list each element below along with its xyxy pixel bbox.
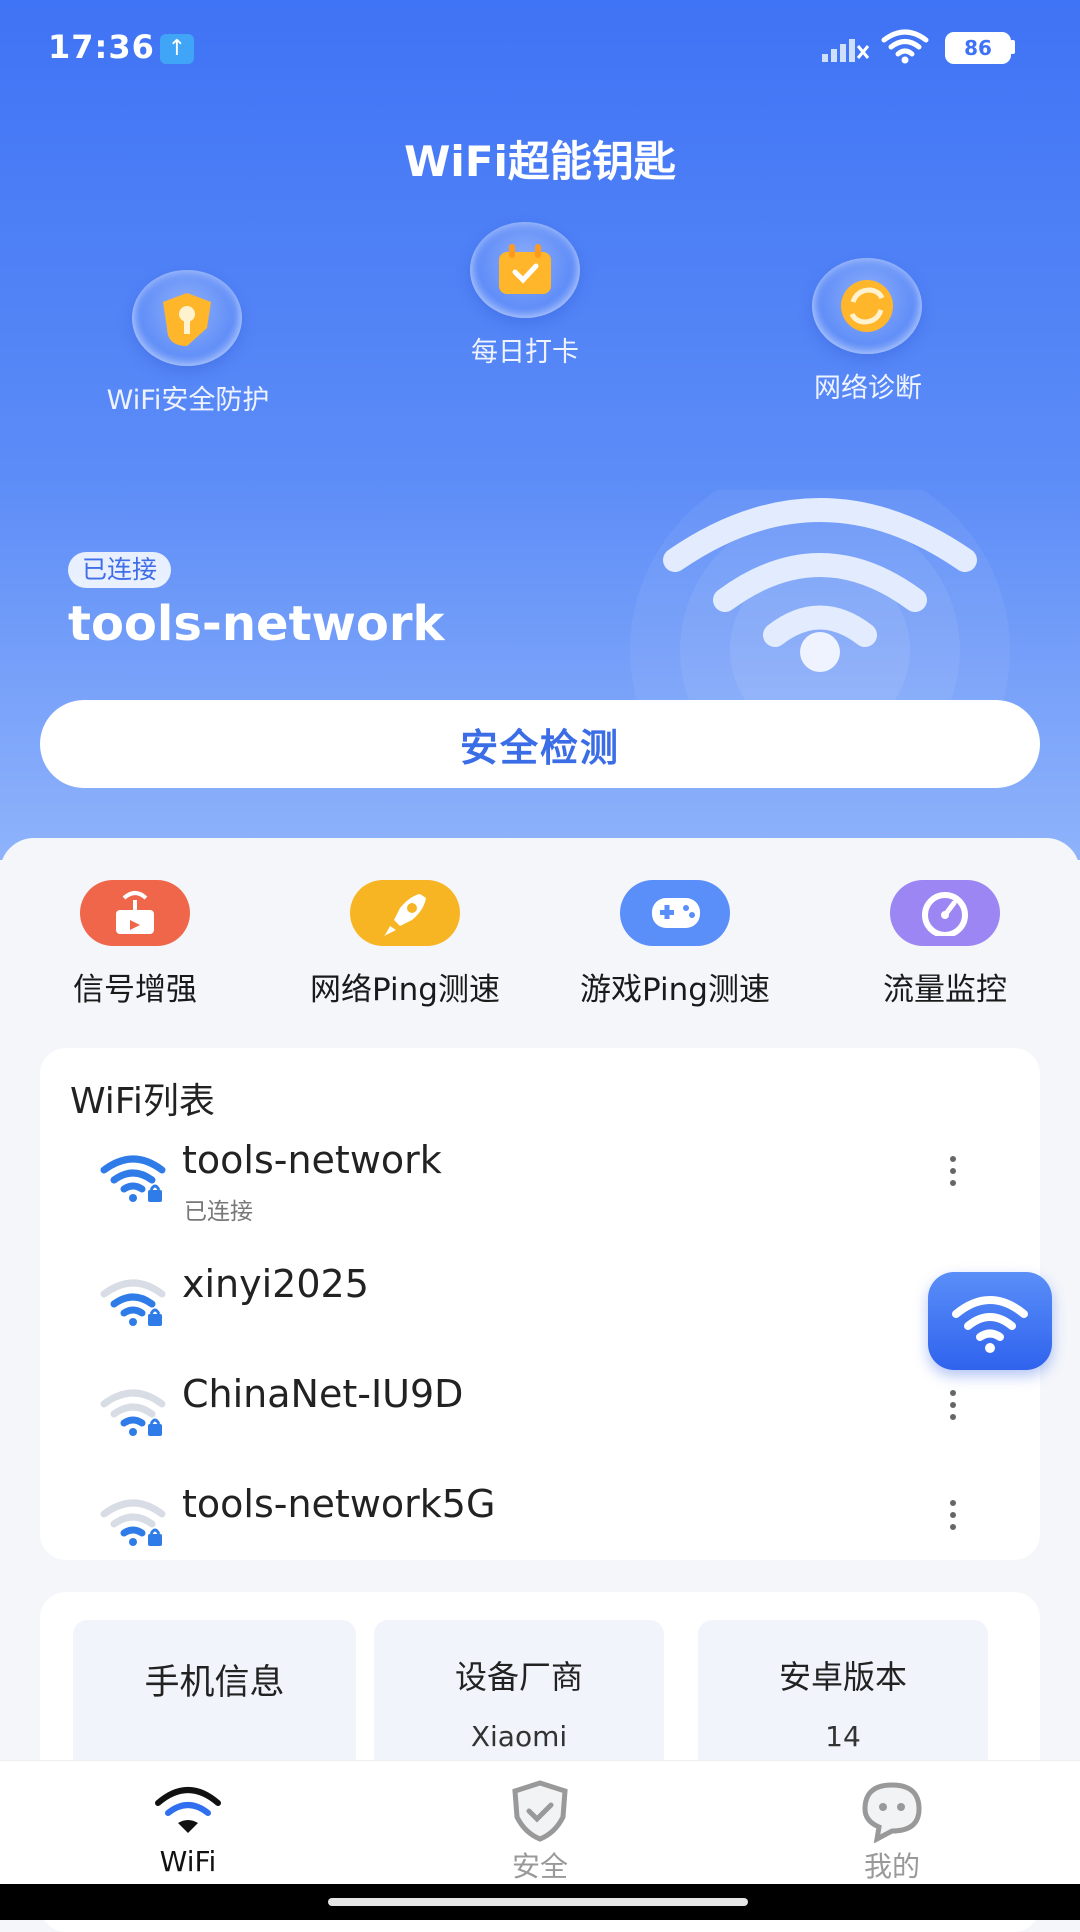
status-bar: 17:36 ↑ 86 [0, 28, 1080, 72]
rocket-icon [350, 880, 460, 946]
android-version-label: 安卓版本 [778, 1658, 907, 1696]
gesture-bar[interactable] [328, 1898, 748, 1906]
wifi-locked-icon [100, 1155, 166, 1202]
tool-traffic-monitor-label: 流量监控 [883, 972, 1007, 1008]
nav-tab-mine[interactable]: 我的 [712, 1761, 1072, 1885]
chat-face-icon [862, 1782, 922, 1843]
nav-tab-wifi[interactable]: WiFi [8, 1761, 368, 1885]
vendor-value: Xiaomi [470, 1720, 568, 1753]
nav-tab-security-label: 安全 [511, 1850, 568, 1883]
big-wifi-icon [630, 490, 1010, 700]
shield-check-icon [512, 1780, 568, 1842]
wifi-list-item[interactable]: ChinaNet-IU9D [40, 1368, 1040, 1458]
security-scan-button[interactable]: 安全检测 [40, 700, 1040, 788]
shield-key-icon[interactable] [132, 270, 242, 366]
wifi-list-title: WiFi列表 [70, 1081, 215, 1122]
nav-tab-wifi-label: WiFi [159, 1845, 217, 1878]
upload-icon: ↑ [160, 34, 194, 64]
wifi-ssid: tools-network5G [182, 1482, 496, 1526]
app-title: WiFi超能钥匙 [404, 137, 676, 186]
tool-game-ping-label: 游戏Ping测速 [580, 972, 770, 1008]
more-options-icon[interactable] [938, 1494, 968, 1540]
wifi-list-item[interactable]: tools-network 已连接 [40, 1134, 1040, 1225]
tool-signal-boost-label: 信号增强 [73, 972, 197, 1008]
floating-wifi-button[interactable] [928, 1272, 1052, 1370]
gauge-icon [890, 880, 1000, 946]
wifi-ssid: ChinaNet-IU9D [182, 1372, 464, 1416]
wifi-status: 已连接 [184, 1199, 253, 1225]
wifi-ssid: tools-network [182, 1138, 442, 1182]
wifi-ssid: xinyi2025 [182, 1262, 369, 1306]
tool-network-ping-label: 网络Ping测速 [310, 972, 500, 1008]
tool-network-ping[interactable]: 网络Ping测速 [285, 880, 525, 1009]
wifi-locked-icon [100, 1389, 166, 1436]
nav-tab-security[interactable]: 安全 [360, 1761, 720, 1885]
vendor-label: 设备厂商 [454, 1658, 583, 1696]
wifi-icon [155, 1787, 221, 1833]
gamepad-icon [620, 880, 730, 946]
nav-tab-mine-label: 我的 [863, 1850, 920, 1883]
gesture-area [0, 1884, 1080, 1920]
tool-traffic-monitor[interactable]: 流量监控 [825, 880, 1065, 1009]
feature-daily-checkin-label[interactable]: 每日打卡 [415, 330, 635, 369]
more-options-icon[interactable] [938, 1150, 968, 1196]
wifi-status-icon [881, 29, 929, 64]
wifi-locked-icon [100, 1499, 166, 1546]
wifi-icon [952, 1296, 1028, 1353]
hero-header: 17:36 ↑ 86 WiFi超能钥匙 WiFi安全防护 每日打卡 网络诊断 已… [0, 0, 1080, 860]
calendar-check-icon[interactable] [470, 222, 580, 318]
wifi-list-card: WiFi列表 tools-network 已连接 xinyi2025 China… [40, 1048, 1040, 1560]
phone-info-title: 手机信息 [144, 1663, 285, 1703]
signal-tower-icon [80, 880, 190, 946]
battery-cap [1010, 40, 1015, 54]
bottom-nav: WiFi 安全 我的 [0, 1760, 1080, 1885]
refresh-icon[interactable] [812, 258, 922, 354]
connected-tag: 已连接 [68, 552, 172, 588]
wifi-list-item[interactable]: tools-network5G [40, 1478, 1040, 1568]
signal-bars-icon [822, 39, 870, 62]
android-version-value: 14 [825, 1720, 861, 1753]
status-time: 17:36 [48, 28, 155, 66]
tool-game-ping[interactable]: 游戏Ping测速 [555, 880, 795, 1009]
wifi-list-item[interactable]: xinyi2025 [40, 1258, 1040, 1348]
battery-level: 86 [945, 32, 1011, 64]
wifi-locked-icon [100, 1279, 166, 1326]
more-options-icon[interactable] [938, 1384, 968, 1430]
feature-network-diagnosis-label[interactable]: 网络诊断 [758, 366, 978, 405]
connected-ssid: tools-network [68, 596, 445, 652]
tool-signal-boost[interactable]: 信号增强 [15, 880, 255, 1009]
feature-wifi-security-label[interactable]: WiFi安全防护 [78, 378, 298, 417]
